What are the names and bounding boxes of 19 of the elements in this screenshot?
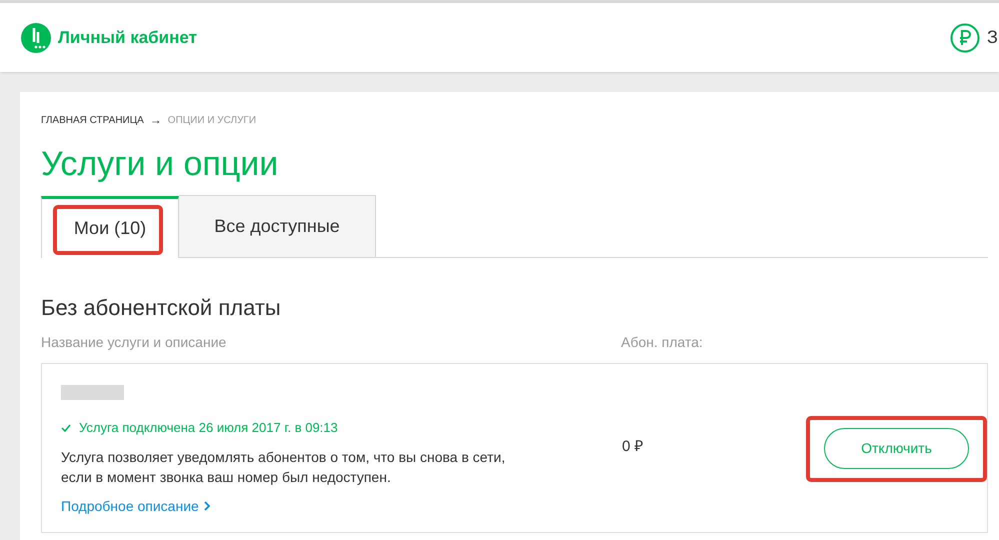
section-title: Без абонентской платы [41, 294, 282, 322]
column-header: Название услуги и описание [41, 333, 228, 352]
tab[interactable]: Все доступные [179, 195, 376, 257]
logo-text[interactable]: Личный кабинет [58, 24, 197, 50]
breadcrumb-link[interactable]: ОПЦИИ И УСЛУГИ [168, 112, 256, 128]
status-text: Услуга подключена 26 июля 2017 г. в 09:13 [79, 419, 338, 437]
price-text: 0 ₽ [622, 437, 645, 456]
details-link[interactable]: Подробное описание [61, 496, 210, 516]
check-icon [61, 424, 71, 432]
logo-icon[interactable] [21, 22, 51, 52]
chevron-icon [204, 501, 210, 511]
column-header: Абон. плата: [621, 333, 703, 352]
breadcrumb-separator: → [150, 112, 162, 129]
disconnect-button[interactable]: Отключить [824, 428, 969, 469]
balance-text: З [987, 26, 999, 49]
service-description: Услуга позволяет уведомлять абонентов о том, что вы снова в сети, если в момент звонка ваш номер был недоступен. [61, 448, 506, 486]
page-title: Услуги и опции [41, 144, 280, 184]
breadcrumb-link[interactable]: ГЛАВНАЯ СТРАНИЦА [41, 112, 144, 128]
ruble-icon[interactable] [950, 22, 980, 52]
